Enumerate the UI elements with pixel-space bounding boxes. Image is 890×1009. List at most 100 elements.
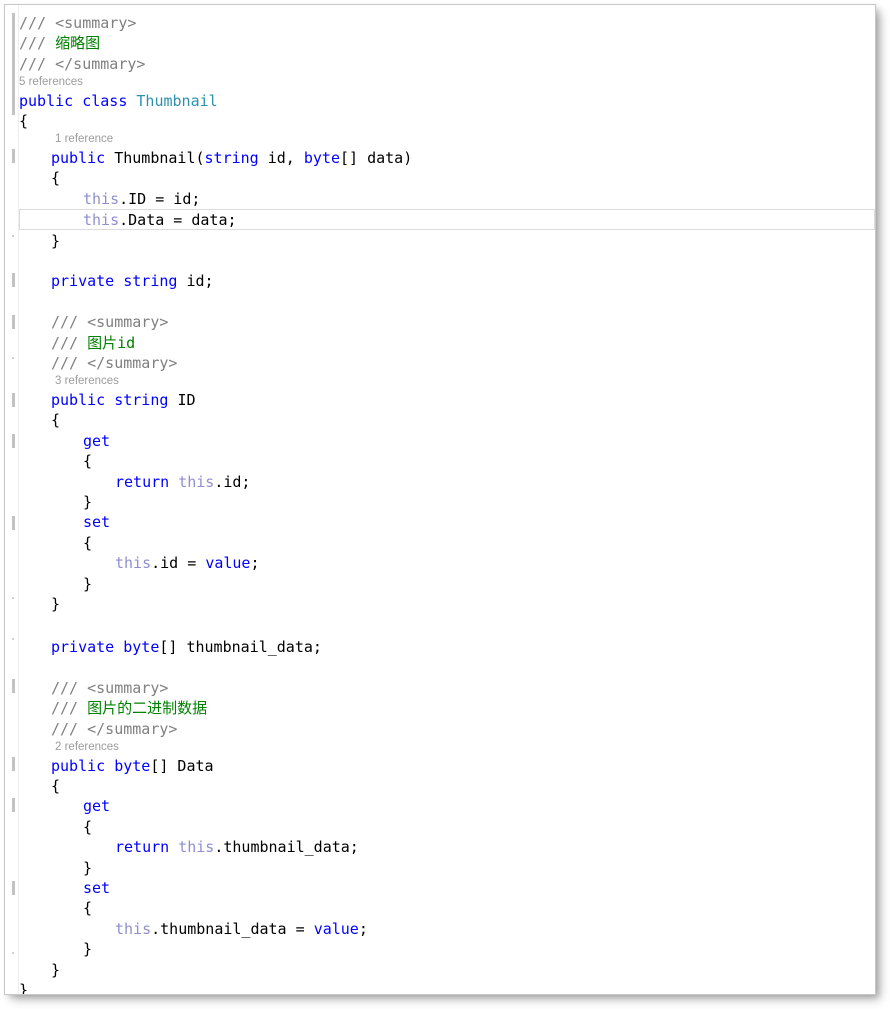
code-token-doc-text: 图片的二进制数据: [87, 699, 207, 717]
code-token-brace: }: [83, 940, 92, 958]
code-token-identifier: [] data): [340, 149, 412, 167]
code-token-type: Thumbnail: [136, 92, 217, 110]
code-line[interactable]: [19, 614, 875, 634]
code-line[interactable]: public class Thumbnail: [19, 91, 875, 111]
code-token-identifier: .ID = id;: [119, 190, 200, 208]
code-line[interactable]: private string id;: [19, 271, 875, 291]
code-token-this: this: [83, 211, 119, 229]
code-token-identifier: Thumbnail(: [114, 149, 204, 167]
code-line[interactable]: [19, 292, 875, 312]
code-line[interactable]: }: [19, 594, 875, 614]
code-token-keyword: get: [83, 797, 110, 815]
code-token-this: this: [178, 473, 214, 491]
code-line[interactable]: }: [19, 574, 875, 594]
code-token-keyword: return: [115, 838, 178, 856]
code-line[interactable]: this.id = value;: [19, 553, 875, 573]
code-token-comment: /// </summary>: [51, 354, 177, 372]
code-line[interactable]: {: [19, 817, 875, 837]
code-token-keyword: get: [83, 432, 110, 450]
code-line[interactable]: get: [19, 431, 875, 451]
code-token-comment: /// </summary>: [19, 55, 145, 73]
code-token-brace: }: [83, 493, 92, 511]
code-line[interactable]: }: [19, 960, 875, 980]
code-token-this: this: [115, 920, 151, 938]
code-line[interactable]: {: [19, 776, 875, 796]
code-editor-window: /// <summary> /// 缩略图 /// </summary> 5 r…: [4, 4, 876, 995]
code-line[interactable]: this.thumbnail_data = value;: [19, 919, 875, 939]
code-line[interactable]: }: [19, 939, 875, 959]
code-token-keyword: return: [115, 473, 178, 491]
change-bar-mark: [12, 273, 15, 287]
code-line[interactable]: set: [19, 878, 875, 898]
code-line[interactable]: /// </summary>: [19, 353, 875, 373]
codelens-references-data-property[interactable]: 2 references: [19, 740, 875, 755]
code-line[interactable]: set: [19, 512, 875, 532]
change-bar-mark: [12, 149, 15, 163]
structure-guide-dot: [12, 357, 14, 359]
code-line[interactable]: /// <summary>: [19, 13, 875, 33]
code-line[interactable]: }: [19, 492, 875, 512]
change-bar-mark: [12, 679, 15, 693]
code-token-keyword: public: [51, 149, 114, 167]
code-line[interactable]: {: [19, 451, 875, 471]
code-line[interactable]: {: [19, 168, 875, 188]
codelens-references-id-property[interactable]: 3 references: [19, 374, 875, 389]
codelens-label[interactable]: 3 references: [55, 375, 119, 387]
code-token-keyword: private string: [51, 272, 186, 290]
code-line[interactable]: {: [19, 533, 875, 553]
code-line[interactable]: public string ID: [19, 390, 875, 410]
codelens-label[interactable]: 5 references: [19, 76, 83, 88]
code-token-comment: /// <summary>: [51, 679, 168, 697]
editor-gutter: [5, 5, 19, 994]
code-token-identifier: .id;: [214, 473, 250, 491]
code-line[interactable]: /// </summary>: [19, 54, 875, 74]
code-token-keyword: set: [83, 879, 110, 897]
code-line[interactable]: }: [19, 231, 875, 251]
code-line[interactable]: /// 图片id: [19, 333, 875, 353]
code-text-area[interactable]: /// <summary> /// 缩略图 /// </summary> 5 r…: [19, 5, 875, 994]
code-line[interactable]: /// <summary>: [19, 678, 875, 698]
code-token-comment: ///: [51, 699, 87, 717]
code-line[interactable]: [19, 251, 875, 271]
code-token-brace: {: [51, 777, 60, 795]
structure-guide-dot: [12, 597, 14, 599]
codelens-label[interactable]: 2 references: [55, 741, 119, 753]
code-line[interactable]: public byte[] Data: [19, 756, 875, 776]
code-token-comment: /// <summary>: [19, 14, 136, 32]
change-bar-mark: [12, 393, 15, 407]
code-token-comment: /// <summary>: [51, 313, 168, 331]
structure-guide-dot: [12, 235, 14, 237]
code-token-identifier: .thumbnail_data;: [214, 838, 359, 856]
change-bar-mark: [12, 516, 15, 530]
code-line-current[interactable]: this.Data = data;: [19, 209, 875, 230]
code-line[interactable]: [19, 657, 875, 677]
code-line[interactable]: }: [19, 858, 875, 878]
structure-guide-dot: [12, 638, 14, 640]
code-line[interactable]: {: [19, 898, 875, 918]
code-line[interactable]: public Thumbnail(string id, byte[] data): [19, 148, 875, 168]
structure-guide-dot: [12, 952, 14, 954]
code-token-identifier: .id =: [151, 554, 205, 572]
code-line[interactable]: return this.id;: [19, 472, 875, 492]
codelens-label[interactable]: 1 reference: [55, 133, 113, 145]
code-token-brace: {: [83, 818, 92, 836]
code-line[interactable]: this.ID = id;: [19, 189, 875, 209]
change-bar-mark: [12, 881, 15, 895]
code-token-keyword: public string: [51, 391, 177, 409]
code-line[interactable]: /// 图片的二进制数据: [19, 698, 875, 718]
code-token-identifier: [] Data: [150, 757, 213, 775]
code-line[interactable]: /// <summary>: [19, 312, 875, 332]
code-line[interactable]: get: [19, 796, 875, 816]
code-line[interactable]: /// </summary>: [19, 719, 875, 739]
code-line[interactable]: return this.thumbnail_data;: [19, 837, 875, 857]
codelens-references-constructor[interactable]: 1 reference: [19, 132, 875, 147]
code-token-brace: }: [19, 981, 28, 995]
code-token-brace: {: [51, 169, 60, 187]
code-line[interactable]: {: [19, 111, 875, 131]
change-bar-mark: [12, 315, 15, 329]
code-line[interactable]: /// 缩略图: [19, 33, 875, 53]
code-line[interactable]: {: [19, 410, 875, 430]
code-line[interactable]: }: [19, 980, 875, 995]
codelens-references-class[interactable]: 5 references: [19, 75, 875, 90]
code-line[interactable]: private byte[] thumbnail_data;: [19, 637, 875, 657]
